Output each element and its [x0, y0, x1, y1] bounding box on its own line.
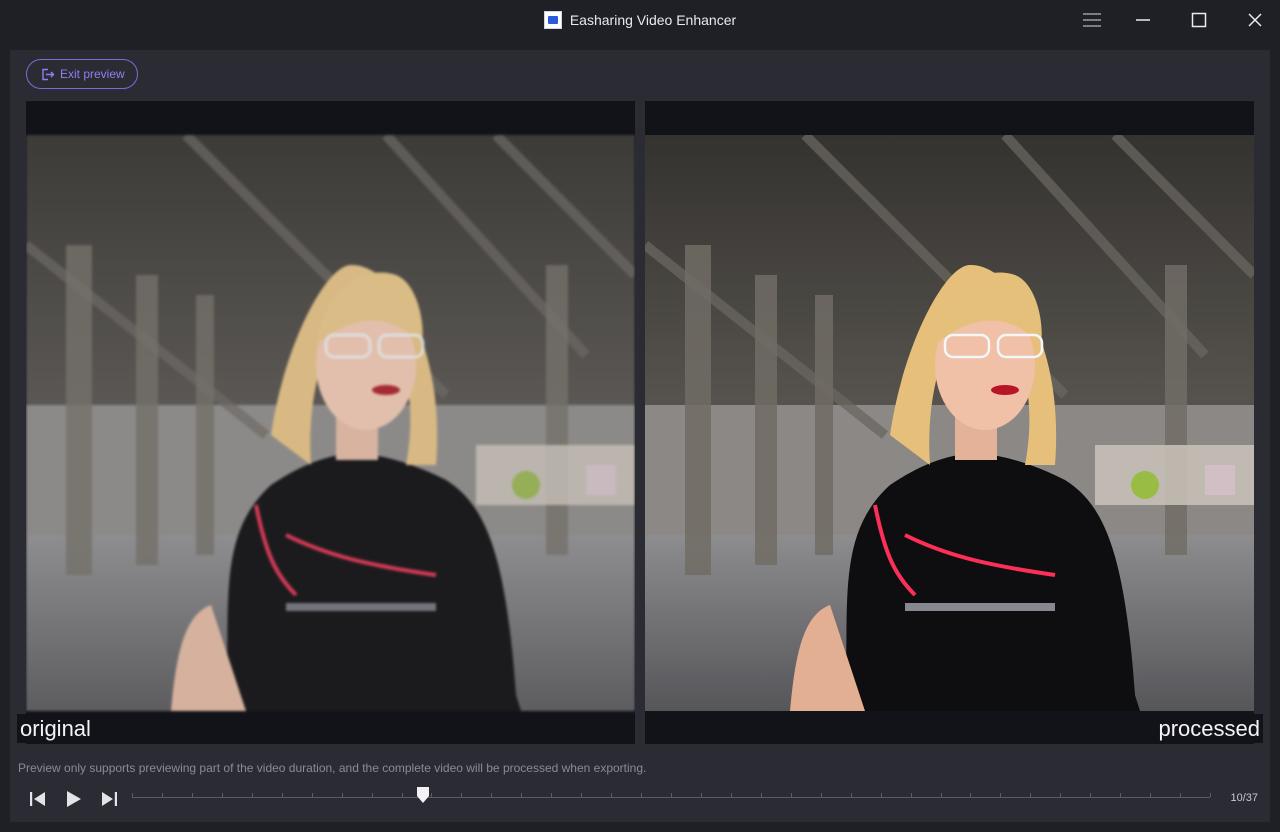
timeline-tick — [970, 793, 971, 797]
playhead-handle[interactable] — [416, 786, 430, 804]
timeline-tick — [312, 793, 313, 797]
exit-preview-button[interactable]: Exit preview — [26, 59, 138, 89]
play-icon[interactable] — [66, 790, 82, 808]
timeline-tick — [791, 793, 792, 797]
next-frame-icon[interactable] — [100, 790, 118, 808]
timeline-track — [132, 797, 1210, 798]
timeline-tick — [132, 793, 133, 797]
original-label: original — [17, 714, 94, 743]
minimize-icon[interactable] — [1129, 6, 1157, 34]
timeline-tick — [1060, 793, 1061, 797]
timeline-tick — [1120, 793, 1121, 797]
previous-frame-icon[interactable] — [29, 790, 47, 808]
timeline-tick — [911, 793, 912, 797]
timeline-tick — [1030, 793, 1031, 797]
timeline-tick — [581, 793, 582, 797]
timeline-tick — [342, 793, 343, 797]
original-video-frame — [26, 135, 635, 711]
timeline-tick — [1150, 793, 1151, 797]
timeline-tick — [941, 793, 942, 797]
timeline-tick — [461, 793, 462, 797]
timeline-tick — [521, 793, 522, 797]
maximize-icon[interactable] — [1185, 6, 1213, 34]
timeline-tick — [761, 793, 762, 797]
timeline-tick — [881, 793, 882, 797]
preview-notice: Preview only supports previewing part of… — [18, 761, 647, 775]
timeline-tick — [252, 793, 253, 797]
original-video-pane — [26, 101, 635, 744]
timeline-tick — [611, 793, 612, 797]
timeline-tick — [402, 793, 403, 797]
timeline-tick — [372, 793, 373, 797]
processed-video-frame — [645, 135, 1254, 711]
timeline-tick — [431, 793, 432, 797]
timeline-slider[interactable] — [132, 783, 1211, 809]
timeline-tick — [731, 793, 732, 797]
app-logo-icon — [543, 11, 562, 29]
timeline-tick — [821, 793, 822, 797]
timeline-tick — [282, 793, 283, 797]
hamburger-menu-icon[interactable] — [1078, 6, 1106, 34]
timeline-tick — [851, 793, 852, 797]
timeline-tick — [551, 793, 552, 797]
timeline-tick — [671, 793, 672, 797]
processed-label: processed — [1155, 714, 1263, 743]
frame-counter: 10/37 — [1230, 792, 1258, 804]
timeline-tick — [701, 793, 702, 797]
timeline-tick — [491, 793, 492, 797]
timeline-tick — [222, 793, 223, 797]
title-bar: Easharing Video Enhancer — [0, 0, 1280, 40]
timeline-tick — [1000, 793, 1001, 797]
close-icon[interactable] — [1241, 6, 1269, 34]
exit-icon — [42, 68, 55, 80]
timeline-tick — [192, 793, 193, 797]
timeline-tick — [1180, 793, 1181, 797]
preview-panel: Exit preview original processed Preview … — [10, 50, 1270, 822]
timeline-tick — [1210, 793, 1211, 797]
timeline-tick — [162, 793, 163, 797]
timeline-tick — [641, 793, 642, 797]
timeline-tick — [1090, 793, 1091, 797]
exit-preview-label: Exit preview — [60, 67, 125, 81]
processed-video-pane — [645, 101, 1254, 744]
window-title: Easharing Video Enhancer — [569, 12, 737, 28]
